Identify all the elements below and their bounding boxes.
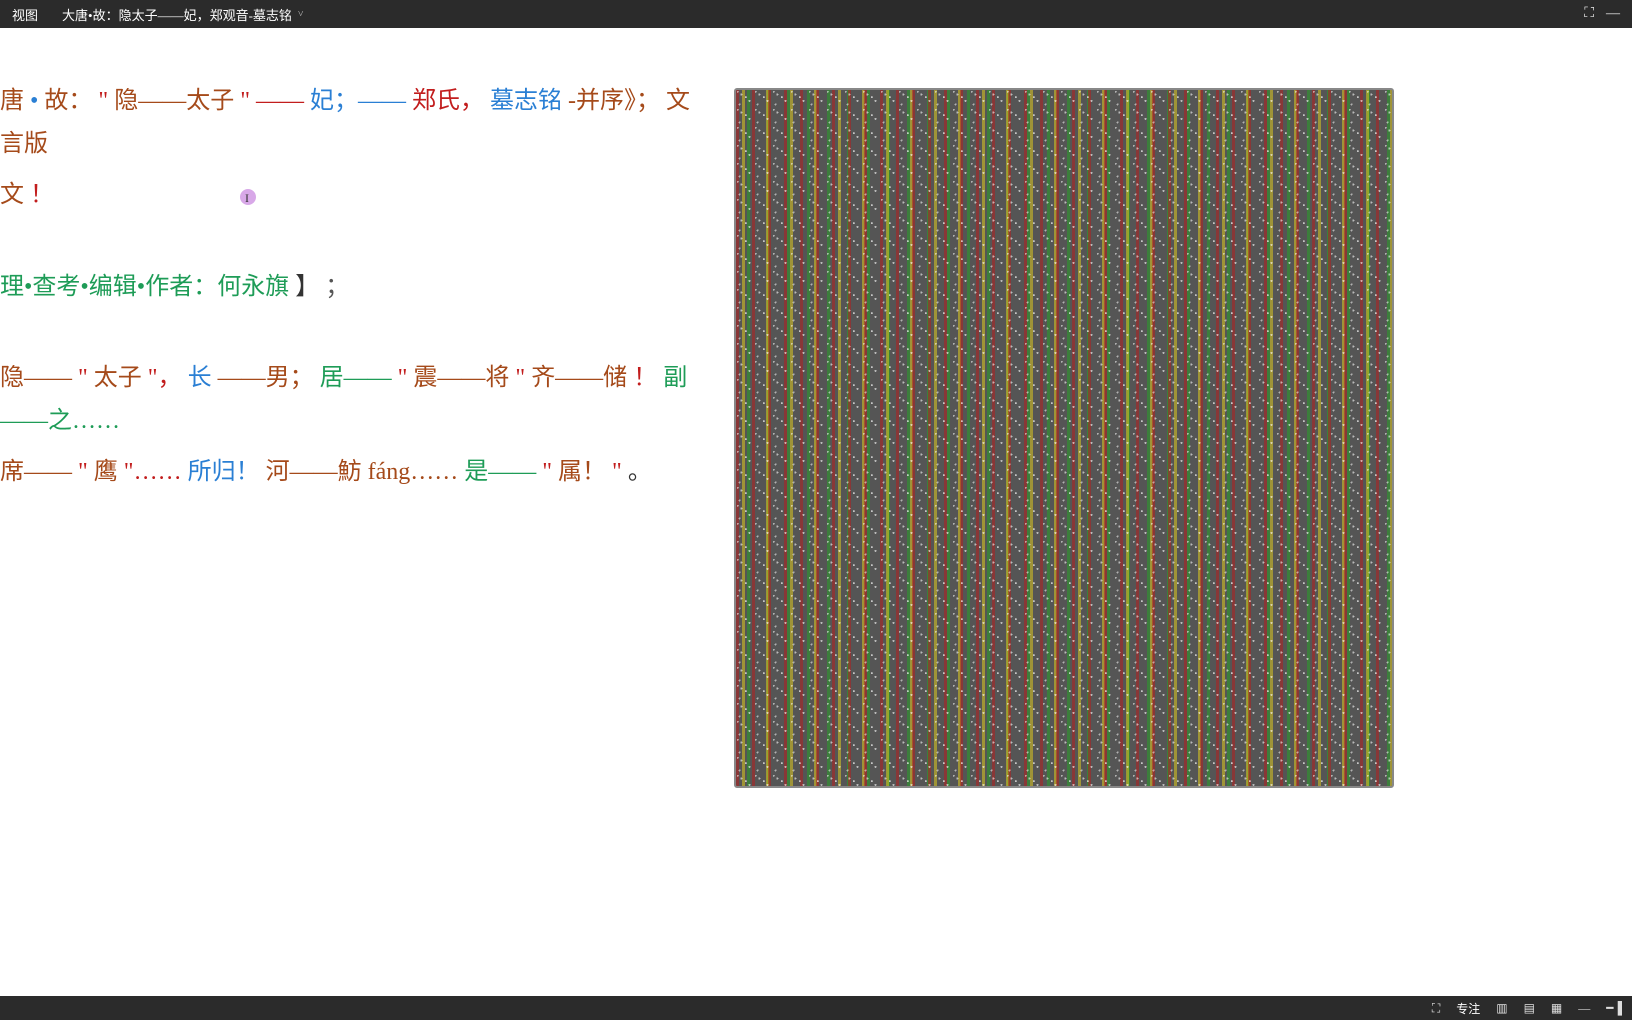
minimize-icon[interactable]: —: [1606, 6, 1620, 22]
text-seg: "，: [148, 365, 182, 391]
read-mode-icon[interactable]: ▥: [1496, 1001, 1507, 1016]
text-seg: 。: [628, 459, 652, 485]
text-seg: -并序》；: [568, 88, 660, 114]
text-seg: 文: [0, 182, 24, 208]
body-line-2: 席—— " 鹰 "…… 所归！ 河——魴 fáng…… 是—— " 属！ " 。: [0, 451, 708, 494]
text-seg: ；: [325, 274, 349, 300]
text-seg: 河——魴 fáng……: [266, 459, 459, 485]
text-seg: 】: [295, 274, 319, 300]
status-bar: ⛶ 专注 ▥ ▤ ▦ — ━▐: [0, 996, 1632, 1020]
print-layout-icon[interactable]: ▤: [1524, 1001, 1535, 1016]
text-seg: 席——: [0, 459, 72, 485]
zoom-slider[interactable]: ━▐: [1606, 1001, 1622, 1016]
text-seg: ": [612, 459, 622, 485]
stele-rubbing-image[interactable]: [734, 88, 1394, 788]
text-seg: 唐: [0, 88, 24, 114]
text-seg: ": [515, 365, 525, 391]
text-seg: ——男；: [218, 365, 314, 391]
text-seg: 震——将: [413, 365, 509, 391]
text-cursor-icon: [240, 189, 256, 205]
text-pane[interactable]: 唐 • 故： " 隐——太子 " —— 妃；—— 郑氏， 墓志铭 -并序》； 文…: [0, 28, 720, 996]
text-seg: 理•查考•编辑•作者：何永旗: [0, 274, 289, 300]
text-seg: ": [542, 459, 552, 485]
document-title-wrap[interactable]: 大唐•故：隐太子——妃，郑观音-墓志铭 ˅: [62, 5, 1572, 24]
zoom-out-icon[interactable]: —: [1578, 1001, 1590, 1016]
text-seg: "……: [124, 459, 182, 485]
text-seg: 鹰: [94, 459, 118, 485]
text-seg: 所归！: [188, 459, 260, 485]
text-seg: " ——: [240, 88, 304, 114]
image-pane: [720, 28, 1632, 996]
text-seg: 长: [188, 365, 212, 391]
title-bar: 视图 大唐•故：隐太子——妃，郑观音-墓志铭 ˅ ⛶ —: [0, 0, 1632, 28]
text-seg: 居——: [320, 365, 392, 391]
text-seg: ": [98, 88, 108, 114]
text-seg: 是——: [464, 459, 536, 485]
document-title: 大唐•故：隐太子——妃，郑观音-墓志铭: [62, 5, 292, 24]
body-line-1: 隐—— " 太子 "， 长 ——男； 居—— " 震——将 " 齐——储 ！ 副…: [0, 357, 708, 443]
text-seg: ": [78, 459, 88, 485]
text-seg: 隐——太子: [114, 88, 234, 114]
text-seg: ": [398, 365, 408, 391]
text-seg: •: [30, 88, 38, 114]
menu-view[interactable]: 视图: [12, 5, 38, 24]
text-seg: 太子: [94, 365, 142, 391]
rubbing-texture: [736, 90, 1392, 786]
text-seg: 郑氏，: [412, 88, 484, 114]
author-line: 理•查考•编辑•作者：何永旗 】 ；: [0, 266, 708, 309]
text-seg: ！: [30, 182, 54, 208]
content-area: 唐 • 故： " 隐——太子 " —— 妃；—— 郑氏， 墓志铭 -并序》； 文…: [0, 28, 1632, 996]
web-layout-icon[interactable]: ▦: [1551, 1001, 1562, 1016]
text-seg: 故：: [44, 88, 92, 114]
text-seg: 齐——储: [531, 365, 627, 391]
text-seg: 隐——: [0, 365, 72, 391]
text-seg: 属！: [558, 459, 606, 485]
text-seg: 妃；——: [310, 88, 406, 114]
focus-mode-label[interactable]: 专注: [1456, 1000, 1480, 1017]
heading-line-2: 文 ！: [0, 174, 708, 217]
text-seg: ": [78, 365, 88, 391]
chevron-down-icon[interactable]: ˅: [298, 9, 304, 20]
text-seg: 墓志铭: [490, 88, 562, 114]
text-seg: ！: [633, 365, 657, 391]
heading-line-1: 唐 • 故： " 隐——太子 " —— 妃；—— 郑氏， 墓志铭 -并序》； 文…: [0, 80, 708, 166]
focus-mode-icon[interactable]: ⛶: [1432, 1001, 1440, 1016]
fit-window-icon[interactable]: ⛶: [1584, 6, 1594, 22]
